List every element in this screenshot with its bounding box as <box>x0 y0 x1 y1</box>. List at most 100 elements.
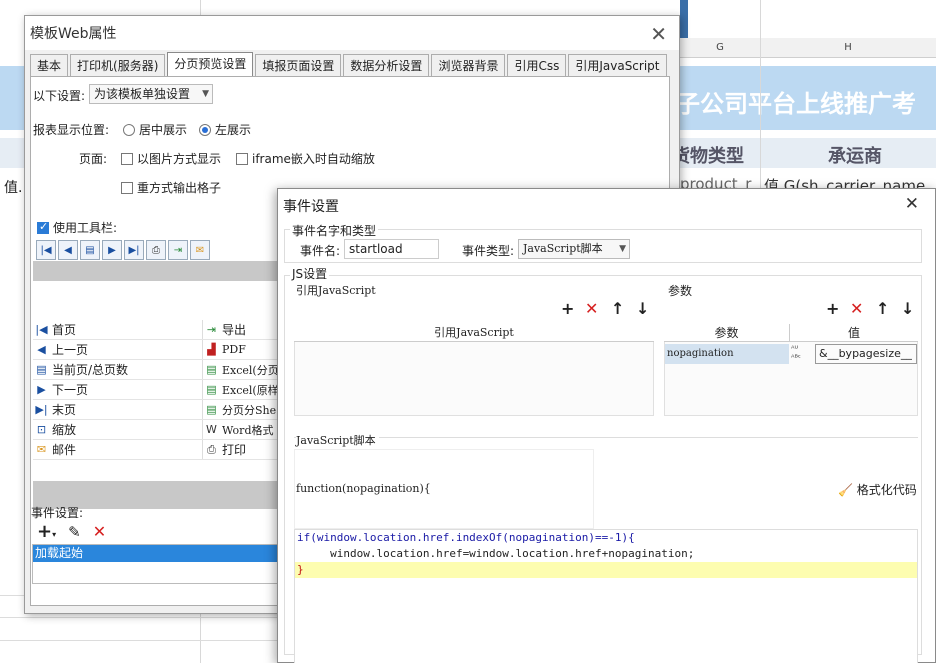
tool-label: 打印 <box>222 443 247 457</box>
tool-label: 首页 <box>52 323 77 337</box>
checkbox-iframe-scale[interactable]: iframe嵌入时自动缩放 <box>236 150 375 167</box>
tool-page-count[interactable]: ▤ 当前页/总页数 <box>33 360 203 379</box>
pdf-icon: ▟ <box>207 343 216 356</box>
event-name-label: 事件名: <box>300 244 341 258</box>
page-count-icon[interactable]: ▤ <box>80 240 100 260</box>
tool-label: 末页 <box>52 403 77 417</box>
tool-label: 当前页/总页数 <box>52 363 129 377</box>
add-param-icon[interactable]: + <box>826 299 839 318</box>
event-name-group-title: 事件名字和类型 <box>290 222 379 239</box>
checkbox-repeat-label: 重方式输出格子 <box>137 181 222 195</box>
code-editor[interactable]: if(window.location.href.indexOf(nopagina… <box>294 529 918 663</box>
next-page-icon: ▶ <box>37 383 46 396</box>
add-icon[interactable]: +▾ <box>37 521 56 542</box>
chevron-down-icon: ▼ <box>202 89 209 99</box>
last-page-icon[interactable]: ▶| <box>124 240 144 260</box>
move-down-js-icon[interactable]: ↓ <box>636 299 649 318</box>
print-icon: ⎙ <box>207 442 216 456</box>
chevron-down-icon: ▼ <box>619 244 626 254</box>
function-signature: function(nopagination){ <box>296 482 431 495</box>
mail-icon[interactable]: ✉ <box>190 240 210 260</box>
param-header: 参数 <box>664 324 790 342</box>
checkbox-icon <box>121 153 133 165</box>
column-header-g[interactable]: G <box>680 38 760 58</box>
code-line-2: window.location.href=window.location.hre… <box>295 546 917 562</box>
tab-data-analysis[interactable]: 数据分析设置 <box>343 54 430 76</box>
tab-basic[interactable]: 基本 <box>30 54 69 76</box>
format-code-button[interactable]: 🧹 格式化代码 <box>838 481 917 498</box>
radio-center-label: 居中展示 <box>139 123 188 137</box>
events-label: 事件设置: <box>31 506 84 520</box>
radio-center[interactable]: 居中展示 <box>123 121 187 138</box>
move-up-js-icon[interactable]: ↑ <box>611 299 624 318</box>
prev-page-icon: ◀ <box>37 343 46 356</box>
zoom-icon: ⊡ <box>36 423 47 436</box>
first-page-icon: |◀ <box>35 323 48 336</box>
tool-prev[interactable]: ◀ 上一页 <box>33 340 203 359</box>
event-dialog-title: 事件设置 <box>283 199 339 215</box>
radio-icon <box>123 124 135 136</box>
event-settings-dialog: 事件设置 ✕ 事件名字和类型 事件名: startload 事件类型: Java… <box>277 188 936 663</box>
event-type-select[interactable]: JavaScript脚本 ▼ <box>518 239 630 259</box>
tab-browser-bg[interactable]: 浏览器背景 <box>431 54 506 76</box>
header-carrier[interactable]: 承运商 <box>828 142 882 168</box>
page-count-icon: ▤ <box>36 363 47 376</box>
close-icon[interactable]: ✕ <box>905 194 919 214</box>
column-header-h[interactable]: H <box>760 38 936 58</box>
export-icon[interactable]: ⇥ <box>168 240 188 260</box>
tab-pagination-preview[interactable]: 分页预览设置 <box>167 52 254 76</box>
radio-left-label: 左展示 <box>215 123 252 137</box>
event-name-input[interactable]: startload <box>344 239 439 259</box>
tool-label: 邮件 <box>52 443 77 457</box>
edit-icon[interactable]: ✎ <box>68 523 81 541</box>
broom-icon: 🧹 <box>838 483 853 497</box>
tool-first[interactable]: |◀ 首页 <box>33 320 203 339</box>
param-name-cell[interactable]: nopagination <box>665 344 789 364</box>
tool-mail[interactable]: ✉ 邮件 <box>33 440 203 459</box>
code-line-3: } <box>295 562 917 578</box>
export-icon: ⇥ <box>206 323 217 336</box>
checkbox-image-label: 以图片方式显示 <box>137 152 222 166</box>
script-label: JavaScript脚本 <box>296 432 379 448</box>
cell-left-value[interactable]: 值. <box>4 177 22 197</box>
add-js-icon[interactable]: + <box>561 299 574 318</box>
first-page-icon[interactable]: |◀ <box>36 240 56 260</box>
setting-select[interactable]: 为该模板单独设置 ▼ <box>89 84 213 104</box>
value-header: 值 <box>790 324 918 342</box>
banner-title: 子公司平台上线推广考 <box>676 90 916 118</box>
tab-printer[interactable]: 打印机(服务器) <box>70 54 166 76</box>
header-cargo-type[interactable]: 货物类型 <box>672 142 744 168</box>
close-icon[interactable]: ✕ <box>650 22 667 46</box>
checkbox-icon <box>121 182 133 194</box>
js-settings-title: JS设置 <box>290 265 330 282</box>
prev-page-icon[interactable]: ◀ <box>58 240 78 260</box>
print-icon[interactable]: ⎙ <box>146 240 166 260</box>
checkbox-icon <box>236 153 248 165</box>
checkbox-image-display[interactable]: 以图片方式显示 <box>121 150 221 167</box>
checkbox-icon <box>37 220 49 234</box>
delete-icon[interactable]: ✕ <box>93 522 106 541</box>
position-label: 报表显示位置: <box>33 123 110 137</box>
tool-label: Excel(原样 <box>222 383 279 397</box>
radio-left[interactable]: 左展示 <box>199 121 251 138</box>
checkbox-use-toolbar[interactable]: 使用工具栏: <box>37 219 117 236</box>
tab-ref-css[interactable]: 引用Css <box>507 54 567 76</box>
tool-last[interactable]: ▶| 末页 <box>33 400 203 419</box>
tool-label: 缩放 <box>52 423 77 437</box>
delete-js-icon[interactable]: ✕ <box>585 299 598 318</box>
abc-icon[interactable]: ᴬᵁ ᴬᴮᶜ <box>791 344 813 364</box>
tool-next[interactable]: ▶ 下一页 <box>33 380 203 399</box>
setting-label: 以下设置: <box>33 89 86 103</box>
tool-label: 分页分She <box>222 403 277 417</box>
setting-select-value: 为该模板单独设置 <box>94 87 191 101</box>
move-down-param-icon[interactable]: ↓ <box>901 299 914 318</box>
move-up-param-icon[interactable]: ↑ <box>876 299 889 318</box>
param-value-input[interactable]: &__bypagesize__ <box>815 344 917 364</box>
checkbox-repeat-cells[interactable]: 重方式输出格子 <box>121 179 221 196</box>
delete-param-icon[interactable]: ✕ <box>850 299 863 318</box>
tool-zoom[interactable]: ⊡ 缩放 <box>33 420 203 439</box>
tab-fill-page[interactable]: 填报页面设置 <box>255 54 342 76</box>
page-label: 页面: <box>79 152 108 166</box>
tab-ref-js[interactable]: 引用JavaScript <box>568 54 667 76</box>
next-page-icon[interactable]: ▶ <box>102 240 122 260</box>
